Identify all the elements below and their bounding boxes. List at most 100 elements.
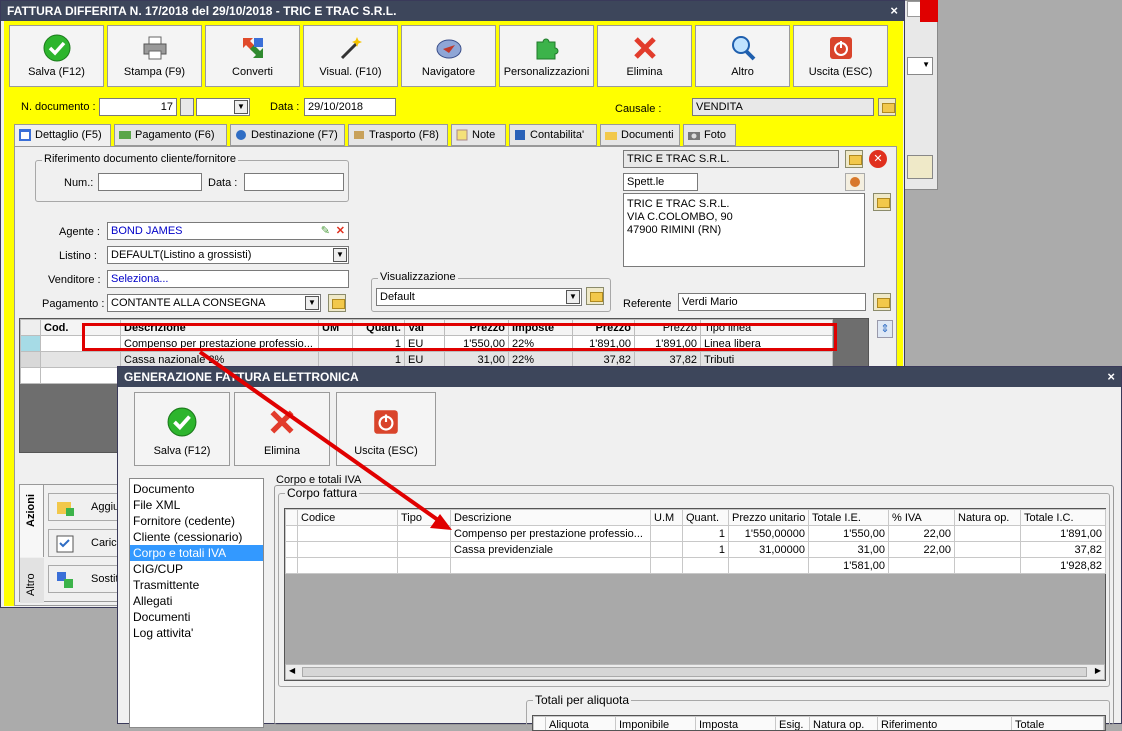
- view-button[interactable]: Visual. (F10): [303, 25, 398, 87]
- clear-x-icon[interactable]: ✕: [336, 223, 345, 239]
- date-input[interactable]: 29/10/2018: [304, 98, 396, 116]
- col-header[interactable]: Prezzo unitario: [729, 510, 809, 526]
- row-selector[interactable]: [286, 558, 298, 574]
- cell[interactable]: 1: [683, 526, 729, 542]
- cell[interactable]: [298, 558, 398, 574]
- col-header[interactable]: % IVA: [889, 510, 955, 526]
- customize-button[interactable]: Personalizzazioni: [499, 25, 594, 87]
- row-selector[interactable]: [21, 336, 41, 352]
- tab-pagamento[interactable]: Pagamento (F6): [114, 124, 227, 146]
- cell[interactable]: 1'550,00000: [729, 526, 809, 542]
- tab-documenti[interactable]: Documenti: [600, 124, 680, 146]
- cell[interactable]: [41, 368, 121, 384]
- row-selector[interactable]: [286, 542, 298, 558]
- tab-destinazione[interactable]: Destinazione (F7): [230, 124, 345, 146]
- col-header[interactable]: Tipo: [398, 510, 451, 526]
- nav-item[interactable]: Documenti: [130, 609, 263, 625]
- nav-item[interactable]: File XML: [130, 497, 263, 513]
- scroll-left-icon[interactable]: ◀: [289, 666, 295, 675]
- save-button[interactable]: Salva (F12): [134, 392, 230, 466]
- cell[interactable]: [729, 558, 809, 574]
- cell[interactable]: [955, 558, 1021, 574]
- cell[interactable]: 22,00: [889, 526, 955, 542]
- salutation-input[interactable]: Spett.le: [623, 173, 698, 191]
- client-name-field[interactable]: TRIC E TRAC S.R.L.: [623, 150, 839, 168]
- tab-contabilita[interactable]: Contabilita': [509, 124, 597, 146]
- cell[interactable]: [651, 542, 683, 558]
- pagamento-folder-icon[interactable]: [328, 294, 346, 312]
- cell[interactable]: [955, 526, 1021, 542]
- other-button[interactable]: Altro: [695, 25, 790, 87]
- venditore-input[interactable]: Seleziona...: [107, 270, 349, 288]
- client-delete-icon[interactable]: ✕: [869, 150, 887, 168]
- exit-button[interactable]: Uscita (ESC): [336, 392, 436, 466]
- nav-item-selected[interactable]: Corpo e totali IVA: [130, 545, 263, 561]
- visualization-folder-icon[interactable]: [586, 287, 604, 305]
- listino-select[interactable]: DEFAULT(Listino a grossisti)▼: [107, 246, 349, 264]
- cell[interactable]: [41, 352, 121, 368]
- col-header[interactable]: Totale I.C.: [1021, 510, 1106, 526]
- delete-button[interactable]: Elimina: [234, 392, 330, 466]
- person-icon[interactable]: [845, 173, 865, 191]
- col-header[interactable]: Totale I.E.: [809, 510, 889, 526]
- agente-input[interactable]: BOND JAMES ✎ ✕: [107, 222, 349, 240]
- nav-item[interactable]: Fornitore (cedente): [130, 513, 263, 529]
- navigator-button[interactable]: Navigatore: [401, 25, 496, 87]
- totals-row[interactable]: 1'581,00 1'928,82: [286, 558, 1106, 574]
- cell[interactable]: [651, 558, 683, 574]
- cell[interactable]: 1: [683, 542, 729, 558]
- nav-item[interactable]: Documento: [130, 481, 263, 497]
- causale-folder-icon[interactable]: [878, 98, 896, 116]
- address-folder-icon[interactable]: [873, 193, 891, 211]
- add-button[interactable]: Aggiungi: [48, 493, 128, 521]
- horizontal-scrollbar[interactable]: ◀ ▶: [285, 664, 1105, 680]
- nav-item[interactable]: Trasmittente: [130, 577, 263, 593]
- cell[interactable]: 37,82: [1021, 542, 1106, 558]
- doc-series-select[interactable]: ▼: [196, 98, 250, 116]
- cell[interactable]: Compenso per prestazione professio...: [451, 526, 651, 542]
- cell[interactable]: [889, 558, 955, 574]
- cell[interactable]: [398, 542, 451, 558]
- replace-button[interactable]: Sostituisci: [48, 565, 128, 593]
- ref-num-input[interactable]: [98, 173, 202, 191]
- delete-button[interactable]: Elimina: [597, 25, 692, 87]
- ref-date-input[interactable]: [244, 173, 344, 191]
- cell[interactable]: [955, 542, 1021, 558]
- cell[interactable]: 1'550,00: [809, 526, 889, 542]
- tab-trasporto[interactable]: Trasporto (F8): [348, 124, 448, 146]
- table-row[interactable]: Compenso per prestazione professio... 1 …: [286, 526, 1106, 542]
- side-tab-altro[interactable]: Altro: [20, 558, 44, 603]
- client-folder-icon[interactable]: [845, 150, 863, 168]
- address-box[interactable]: TRIC E TRAC S.R.L. VIA C.COLOMBO, 90 479…: [623, 193, 865, 267]
- nav-item[interactable]: Cliente (cessionario): [130, 529, 263, 545]
- close-icon[interactable]: ×: [890, 1, 898, 21]
- col-header[interactable]: Descrizione: [451, 510, 651, 526]
- cell[interactable]: [683, 558, 729, 574]
- cell[interactable]: [298, 542, 398, 558]
- cell[interactable]: [298, 526, 398, 542]
- row-selector[interactable]: [21, 368, 41, 384]
- col-header[interactable]: Natura op.: [955, 510, 1021, 526]
- edit-pencil-icon[interactable]: ✎: [321, 223, 330, 239]
- cell[interactable]: [451, 558, 651, 574]
- table-row[interactable]: Cassa previdenziale 1 31,00000 31,00 22,…: [286, 542, 1106, 558]
- cell[interactable]: 31,00: [809, 542, 889, 558]
- close-icon[interactable]: ×: [1107, 367, 1115, 387]
- referente-input[interactable]: Verdi Mario: [678, 293, 866, 311]
- side-tab-azioni[interactable]: Azioni: [20, 485, 44, 557]
- tab-foto[interactable]: Foto: [683, 124, 736, 146]
- scroll-right-icon[interactable]: ▶: [1095, 666, 1101, 675]
- col-header[interactable]: U.M: [651, 510, 683, 526]
- tab-note[interactable]: Note: [451, 124, 506, 146]
- causale-input[interactable]: VENDITA: [692, 98, 874, 116]
- bg-dropdown[interactable]: ▼: [907, 57, 933, 75]
- referente-folder-icon[interactable]: [873, 293, 891, 311]
- col-header[interactable]: Quant.: [683, 510, 729, 526]
- cell[interactable]: 1'891,00: [1021, 526, 1106, 542]
- print-button[interactable]: Stampa (F9): [107, 25, 202, 87]
- scrollbar-thumb[interactable]: [302, 667, 1087, 677]
- cell[interactable]: Cassa previdenziale: [451, 542, 651, 558]
- exit-button[interactable]: Uscita (ESC): [793, 25, 888, 87]
- nav-item[interactable]: Allegati: [130, 593, 263, 609]
- pagamento-select[interactable]: CONTANTE ALLA CONSEGNA▼: [107, 294, 321, 312]
